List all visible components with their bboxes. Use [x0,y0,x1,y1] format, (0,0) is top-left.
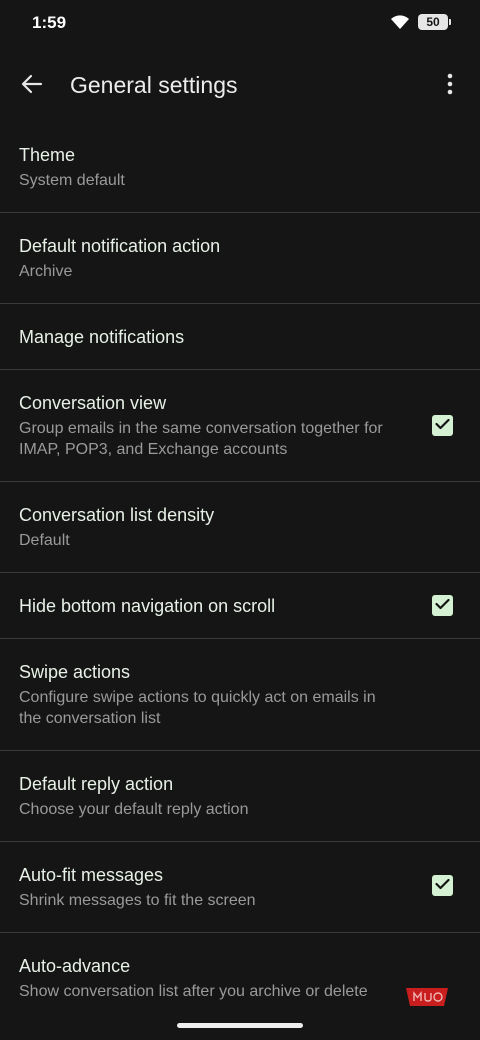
auto-fit-messages-checkbox[interactable] [432,875,453,896]
setting-title: Auto-fit messages [19,865,164,885]
page-title: General settings [70,72,238,98]
more-options-button[interactable] [438,70,462,102]
setting-swipe-actions[interactable]: Swipe actions Configure swipe actions to… [0,639,480,751]
setting-subtitle: Configure swipe actions to quickly act o… [19,689,376,727]
setting-title: Default notification action [19,236,221,256]
settings-list: Theme System default Default notificatio… [0,122,480,1013]
setting-title: Conversation view [19,393,167,413]
more-vert-icon [447,73,453,100]
gesture-nav-handle[interactable] [177,1023,303,1028]
setting-conversation-list-density[interactable]: Conversation list density Default [0,482,480,573]
back-button[interactable] [16,70,48,102]
setting-title: Swipe actions [19,662,131,682]
setting-subtitle: System default [19,172,125,189]
battery-level: 50 [426,15,440,29]
setting-subtitle: Archive [19,263,73,280]
app-bar: General settings [0,60,480,112]
check-icon [435,417,450,435]
setting-theme[interactable]: Theme System default [0,122,480,213]
setting-title: Conversation list density [19,505,215,525]
setting-default-notification-action[interactable]: Default notification action Archive [0,213,480,304]
setting-hide-bottom-navigation[interactable]: Hide bottom navigation on scroll [0,573,480,639]
setting-title: Default reply action [19,774,174,794]
check-icon [435,877,450,895]
setting-title: Theme [19,145,76,165]
setting-manage-notifications[interactable]: Manage notifications [0,304,480,370]
setting-subtitle: Show conversation list after you archive… [19,983,368,1000]
setting-subtitle: Shrink messages to fit the screen [19,892,256,909]
setting-subtitle: Choose your default reply action [19,801,249,818]
status-time: 1:59 [32,13,67,32]
battery-icon: 50 [418,14,451,30]
setting-subtitle: Default [19,532,70,549]
status-icons: 50 [390,14,451,30]
wifi-icon [390,14,410,30]
check-icon [435,597,450,615]
setting-conversation-view[interactable]: Conversation view Group emails in the sa… [0,370,480,482]
setting-default-reply-action[interactable]: Default reply action Choose your default… [0,751,480,842]
setting-title: Auto-advance [19,956,131,976]
setting-auto-fit-messages[interactable]: Auto-fit messages Shrink messages to fit… [0,842,480,933]
muo-logo [404,986,450,1008]
conversation-view-checkbox[interactable] [432,415,453,436]
setting-subtitle: Group emails in the same conversation to… [19,420,383,458]
arrow-back-icon [21,73,43,100]
hide-bottom-navigation-checkbox[interactable] [432,595,453,616]
status-bar: 1:59 50 [0,0,480,48]
setting-title: Hide bottom navigation on scroll [19,596,276,616]
setting-title: Manage notifications [19,327,185,347]
